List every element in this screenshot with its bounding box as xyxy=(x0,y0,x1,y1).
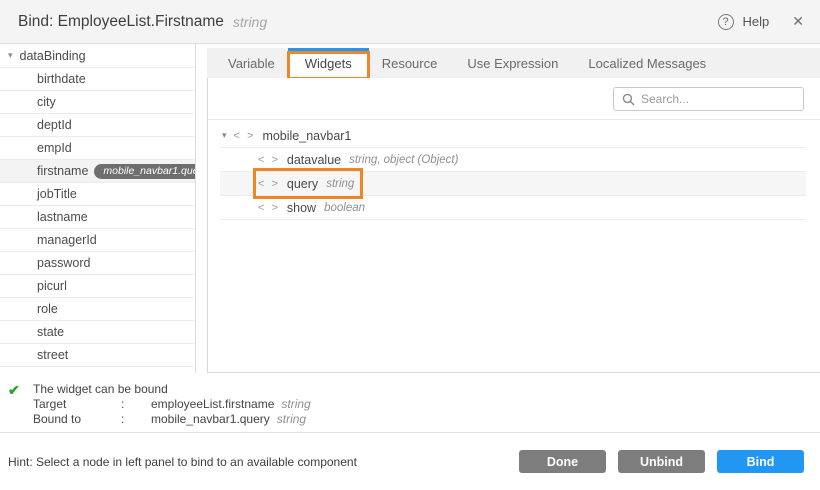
sidebar-item-managerid[interactable]: managerId xyxy=(0,229,195,252)
dialog-footer: Hint: Select a node in left panel to bin… xyxy=(0,432,820,490)
tree-node-datavalue[interactable]: < > datavalue string, object (Object) xyxy=(220,148,806,172)
close-icon[interactable]: ✕ xyxy=(792,13,804,30)
status-boundto-type: string xyxy=(277,412,306,427)
binding-source-panel: Variable Widgets Resource Use Expression… xyxy=(207,48,820,373)
help-link[interactable]: Help xyxy=(743,14,770,29)
status-colon: : xyxy=(103,397,151,412)
sidebar-item-label: lastname xyxy=(37,210,88,224)
search-input[interactable] xyxy=(614,88,803,110)
tab-bar: Variable Widgets Resource Use Expression… xyxy=(207,48,820,78)
tab-label: Localized Messages xyxy=(588,56,706,71)
sidebar-item-empid[interactable]: empId xyxy=(0,137,195,160)
sidebar-item-label: managerId xyxy=(37,233,97,247)
tab-localized-messages[interactable]: Localized Messages xyxy=(573,48,721,78)
search-box xyxy=(613,87,804,111)
unbind-button[interactable]: Unbind xyxy=(618,450,705,473)
tree-node-label: show xyxy=(287,201,316,215)
sidebar-item-label: deptId xyxy=(37,118,72,132)
sidebar-item-label: street xyxy=(37,348,68,362)
hint-text: Hint: Select a node in left panel to bin… xyxy=(8,455,357,469)
dialog-title: Bind: EmployeeList.Firstname xyxy=(18,13,224,31)
sidebar-item-deptid[interactable]: deptId xyxy=(0,114,195,137)
sidebar-item-street[interactable]: street xyxy=(0,344,195,367)
tab-label: Variable xyxy=(228,56,275,71)
sidebar-item-birthdate[interactable]: birthdate xyxy=(0,68,195,91)
tab-widgets[interactable]: Widgets xyxy=(290,48,367,78)
status-message: The widget can be bound xyxy=(33,382,820,397)
sidebar-item-label: city xyxy=(37,95,56,109)
sidebar-item-picurl[interactable]: picurl xyxy=(0,275,195,298)
sidebar-item-password[interactable]: password xyxy=(0,252,195,275)
status-boundto-value: mobile_navbar1.query xyxy=(151,412,270,427)
tab-variable[interactable]: Variable xyxy=(213,48,290,78)
tree-node-mobile-navbar1[interactable]: ▾ < > mobile_navbar1 xyxy=(220,124,806,148)
sidebar-item-label: birthdate xyxy=(37,72,86,86)
tree-node-type: string, object (Object) xyxy=(349,154,458,166)
sidebar-item-lastname[interactable]: lastname xyxy=(0,206,195,229)
code-brackets-icon: < > xyxy=(234,130,256,142)
sidebar-item-label: password xyxy=(37,256,91,270)
active-tab-indicator xyxy=(288,48,369,51)
sidebar-item-firstname[interactable]: firstname mobile_navbar1.query xyxy=(0,160,195,183)
tree-node-label: datavalue xyxy=(287,153,341,167)
bound-to-badge: mobile_navbar1.query xyxy=(94,164,196,179)
status-boundto-label: Bound to xyxy=(33,412,103,427)
tree-node-label: mobile_navbar1 xyxy=(262,129,351,143)
status-target-label: Target xyxy=(33,397,103,412)
sidebar-item-role[interactable]: role xyxy=(0,298,195,321)
status-colon: : xyxy=(103,412,151,427)
sidebar-root-databinding[interactable]: ▾ dataBinding xyxy=(0,44,195,68)
done-button[interactable]: Done xyxy=(519,450,606,473)
sidebar-item-label: empId xyxy=(37,141,72,155)
footer-buttons: Done Unbind Bind xyxy=(519,450,804,473)
titlebar-actions: ? Help ✕ xyxy=(718,13,804,30)
binding-status: ✔ The widget can be bound Target : emplo… xyxy=(0,379,820,432)
tree-node-type: string xyxy=(326,178,354,190)
status-target-type: string xyxy=(281,397,310,412)
tree-node-query[interactable]: < > query string xyxy=(220,172,806,196)
sidebar-item-label: jobTitle xyxy=(37,187,77,201)
sidebar-item-label: state xyxy=(37,325,64,339)
widgets-tab-content: ▾ < > mobile_navbar1 < > datavalue strin… xyxy=(207,78,820,373)
bind-button[interactable]: Bind xyxy=(717,450,804,473)
code-brackets-icon: < > xyxy=(258,178,280,190)
tab-label: Use Expression xyxy=(467,56,558,71)
widgets-tree: ▾ < > mobile_navbar1 < > datavalue strin… xyxy=(208,120,820,220)
tree-node-type: boolean xyxy=(324,202,365,214)
dialog-titlebar: Bind: EmployeeList.Firstname string ? He… xyxy=(0,0,820,44)
tab-label: Widgets xyxy=(305,56,352,71)
tab-label: Resource xyxy=(382,56,438,71)
tab-use-expression[interactable]: Use Expression xyxy=(452,48,573,78)
code-brackets-icon: < > xyxy=(258,154,280,166)
search-row xyxy=(208,78,820,120)
tab-resource[interactable]: Resource xyxy=(367,48,453,78)
code-brackets-icon: < > xyxy=(258,202,280,214)
tree-node-show[interactable]: < > show boolean xyxy=(220,196,806,220)
sidebar-item-label: role xyxy=(37,302,58,316)
dialog-title-type: string xyxy=(233,14,267,30)
status-target-value: employeeList.firstname xyxy=(151,397,274,412)
sidebar-item-jobtitle[interactable]: jobTitle xyxy=(0,183,195,206)
binding-fields-panel: ▾ dataBinding birthdate city deptId empI… xyxy=(0,44,196,373)
chevron-down-icon: ▾ xyxy=(8,50,13,61)
chevron-down-icon: ▾ xyxy=(222,130,227,141)
sidebar-item-label: picurl xyxy=(37,279,67,293)
sidebar-item-city[interactable]: city xyxy=(0,91,195,114)
status-target-row: Target : employeeList.firstname string xyxy=(33,397,820,412)
sidebar-item-state[interactable]: state xyxy=(0,321,195,344)
help-question-icon[interactable]: ? xyxy=(718,14,734,30)
status-boundto-row: Bound to : mobile_navbar1.query string xyxy=(33,412,820,427)
checkmark-icon: ✔ xyxy=(8,382,20,399)
tree-node-label: query xyxy=(287,177,318,191)
search-icon xyxy=(622,93,635,106)
sidebar-root-label: dataBinding xyxy=(20,49,86,63)
sidebar-item-label: firstname xyxy=(37,164,88,178)
